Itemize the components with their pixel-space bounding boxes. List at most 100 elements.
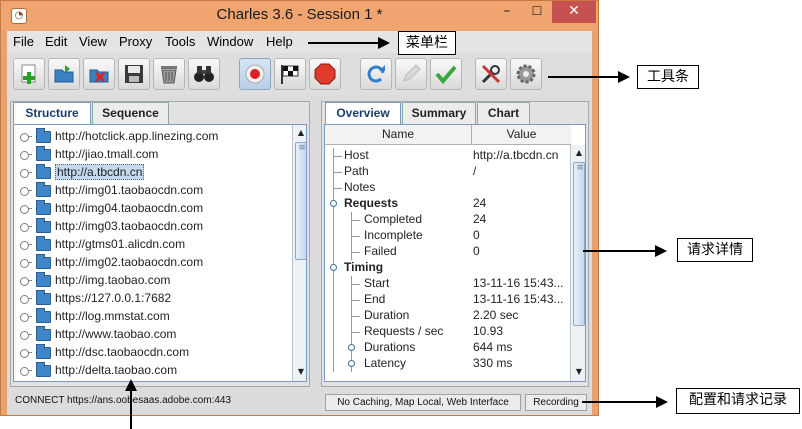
menu-help[interactable]: Help (266, 34, 293, 49)
scroll-down-arrow-icon[interactable]: ▼ (572, 365, 585, 379)
overview-row[interactable]: Host http://a.tbcdn.cn (325, 148, 585, 164)
title-bar[interactable]: ◔ Charles 3.6 - Session 1 * – ☐ ✕ (1, 1, 598, 31)
property-name: Incomplete (364, 228, 423, 242)
property-value: 24 (473, 212, 487, 226)
tab-summary[interactable]: Summary (402, 102, 476, 124)
column-header-name[interactable]: Name (325, 125, 471, 145)
expand-toggle-icon[interactable] (348, 360, 355, 367)
overview-row[interactable]: Notes (325, 180, 585, 196)
expand-toggle-icon[interactable] (20, 331, 32, 340)
host-row[interactable]: https://127.0.0.1:7682 (14, 290, 306, 308)
close-session-button[interactable] (83, 58, 115, 90)
host-row[interactable]: http://gtms01.alicdn.com (14, 236, 306, 254)
menu-proxy[interactable]: Proxy (119, 34, 152, 49)
expand-toggle-icon[interactable] (20, 367, 32, 376)
expand-toggle-icon[interactable] (20, 349, 32, 358)
breakpoints-button[interactable] (309, 58, 341, 90)
property-name: Completed (364, 212, 423, 226)
expand-toggle-icon[interactable] (20, 295, 32, 304)
overview-row[interactable]: End 13-11-16 15:43... (325, 292, 585, 308)
expand-toggle-icon[interactable] (20, 187, 32, 196)
menu-file[interactable]: File (13, 34, 34, 49)
overview-row[interactable]: Path / (325, 164, 585, 180)
scroll-thumb[interactable] (295, 142, 306, 260)
new-session-button[interactable] (13, 58, 45, 90)
recording-status-box[interactable]: Recording (525, 394, 587, 411)
tab-overview[interactable]: Overview (325, 102, 401, 124)
find-button[interactable] (188, 58, 220, 90)
expand-toggle-icon[interactable] (20, 313, 32, 322)
annotation-arrow-menubar (308, 37, 390, 49)
settings-status-box[interactable]: No Caching, Map Local, Web Interface (325, 394, 521, 411)
overview-row[interactable]: Durations 644 ms (325, 340, 585, 356)
tools-button[interactable] (475, 58, 507, 90)
overview-row[interactable]: Duration 2.20 sec (325, 308, 585, 324)
scroll-down-arrow-icon[interactable]: ▼ (294, 365, 306, 379)
menu-edit[interactable]: Edit (45, 34, 67, 49)
host-row[interactable]: http://img01.taobaocdn.com (14, 182, 306, 200)
expand-toggle-icon[interactable] (20, 205, 32, 214)
menu-tools[interactable]: Tools (165, 34, 195, 49)
record-button[interactable] (239, 58, 271, 90)
overview-row[interactable]: Failed 0 (325, 244, 585, 260)
property-name: Notes (344, 180, 376, 194)
minimize-button[interactable]: – (492, 1, 522, 23)
menu-view[interactable]: View (79, 34, 107, 49)
overview-row[interactable]: Requests 24 (325, 196, 585, 212)
host-label: https://127.0.0.1:7682 (55, 291, 172, 305)
tab-sequence[interactable]: Sequence (92, 102, 169, 124)
tab-chart[interactable]: Chart (477, 102, 530, 124)
column-header-value[interactable]: Value (471, 125, 571, 145)
maximize-button[interactable]: ☐ (522, 1, 552, 23)
clear-session-button[interactable] (153, 58, 185, 90)
tree-guide-line (333, 212, 334, 228)
overview-row[interactable]: Timing (325, 260, 585, 276)
expand-toggle-icon[interactable] (348, 344, 355, 351)
folder-icon (36, 218, 51, 233)
host-row[interactable]: http://img02.taobaocdn.com (14, 254, 306, 272)
expand-toggle-icon[interactable] (330, 264, 337, 271)
host-row[interactable]: http://delta.taobao.com (14, 362, 306, 380)
expand-toggle-icon[interactable] (20, 133, 32, 142)
expand-toggle-icon[interactable] (20, 259, 32, 268)
save-button[interactable] (118, 58, 150, 90)
menu-view-label: View (79, 34, 107, 49)
open-button[interactable] (48, 58, 80, 90)
host-row[interactable]: http://a.tbcdn.cn (14, 164, 306, 182)
overview-row[interactable]: Start 13-11-16 15:43... (325, 276, 585, 292)
tab-structure[interactable]: Structure (13, 102, 91, 124)
expand-toggle-icon[interactable] (20, 241, 32, 250)
menu-proxy-label: Proxy (119, 34, 153, 49)
close-button[interactable]: ✕ (552, 1, 596, 23)
host-row[interactable]: http://www.taobao.com (14, 326, 306, 344)
expand-toggle-icon[interactable] (20, 277, 32, 286)
host-row[interactable]: http://img03.taobaocdn.com (14, 218, 306, 236)
repeat-button[interactable] (360, 58, 392, 90)
host-label: http://www.taobao.com (55, 327, 177, 341)
annotation-toolbar: 工具条 (637, 65, 699, 89)
expand-toggle-icon[interactable] (20, 151, 32, 160)
overview-row[interactable]: Incomplete 0 (325, 228, 585, 244)
expand-toggle-icon[interactable] (20, 169, 32, 178)
expand-toggle-icon[interactable] (330, 200, 337, 207)
overview-row[interactable]: Latency 330 ms (325, 356, 585, 372)
scroll-up-arrow-icon[interactable]: ▲ (294, 126, 306, 140)
host-row[interactable]: http://jiao.tmall.com (14, 146, 306, 164)
host-row[interactable]: http://img.taobao.com (14, 272, 306, 290)
host-row[interactable]: http://dsc.taobaocdn.com (14, 344, 306, 362)
edit-button[interactable] (395, 58, 427, 90)
overview-row[interactable]: Completed 24 (325, 212, 585, 228)
throttle-button[interactable] (274, 58, 306, 90)
host-tree-scrollbar[interactable]: ▲ ▼ (292, 125, 306, 381)
host-row[interactable]: http://hotclick.app.linezing.com (14, 128, 306, 146)
settings-button[interactable] (510, 58, 542, 90)
overview-row[interactable]: Requests / sec 10.93 (325, 324, 585, 340)
validate-button[interactable] (430, 58, 462, 90)
menu-window[interactable]: Window (207, 34, 253, 49)
host-row[interactable]: http://log.mmstat.com (14, 308, 306, 326)
expand-toggle-icon[interactable] (20, 223, 32, 232)
host-row[interactable]: http://img04.taobaocdn.com (14, 200, 306, 218)
overview-scrollbar[interactable]: ▲ ▼ (570, 145, 585, 381)
scroll-thumb[interactable] (573, 162, 585, 326)
scroll-up-arrow-icon[interactable]: ▲ (572, 146, 585, 160)
